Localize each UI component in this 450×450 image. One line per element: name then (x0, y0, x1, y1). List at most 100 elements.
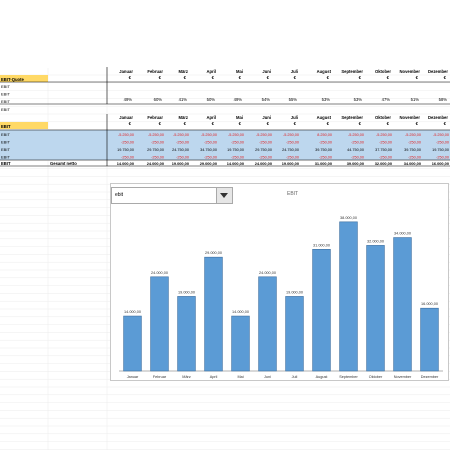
month-header: Juli (291, 115, 298, 120)
ebit-value-cell: 19.750,00 (117, 148, 134, 152)
month-header: August (317, 69, 332, 74)
ebit-value-cell: -250,00 (436, 141, 449, 145)
chart-bar (339, 221, 358, 372)
x-tick-label: Januar (127, 375, 139, 379)
quote-row-label: EBIT (1, 92, 10, 97)
quote-percent-cell: 54% (262, 97, 271, 102)
bar-data-label: 24.000,00 (259, 271, 276, 275)
month-header: September (341, 69, 363, 74)
total-value-cell: 14.000,00 (117, 161, 134, 166)
month-header: August (317, 115, 332, 120)
ebit-value-cell: -5.250,00 (348, 133, 364, 137)
bar-data-label: 14.000,00 (124, 310, 141, 314)
bar-data-label: 32.000,00 (367, 239, 384, 243)
ebit-value-cell: -5.250,00 (148, 133, 164, 137)
ebit-value-cell: -5.250,00 (405, 133, 421, 137)
chart-panel[interactable]: ebit EBIT 14.000,00 Januar 24.000,00 Februa… (110, 183, 449, 381)
ebit-value-cell: 19.750,00 (432, 148, 449, 152)
ebit-value-cell: 37.750,00 (375, 148, 392, 152)
currency-header: € (184, 75, 187, 80)
ebit-value-cell: -250,00 (351, 141, 364, 145)
month-header: März (178, 69, 188, 74)
total-value-cell: 24.000,00 (255, 161, 272, 166)
x-tick-label: Dezember (421, 375, 439, 379)
ebit-value-cell: -250,00 (408, 141, 421, 145)
total-sub-label: Gesamt netto (50, 161, 77, 166)
month-header: November (400, 115, 421, 120)
x-tick-label: April (210, 375, 218, 379)
ebit-value-cell: 24.750,00 (172, 148, 189, 152)
bar-data-label: 19.000,00 (178, 290, 195, 294)
ebit-value-cell: -250,00 (176, 141, 189, 145)
currency-header: € (129, 75, 132, 80)
currency-header: € (444, 75, 447, 80)
quote-row-label: EBIT (1, 84, 10, 89)
ebit-value-cell: -250,00 (259, 156, 272, 160)
ebit-section-label: EBIT (1, 124, 11, 129)
bar-chart: 14.000,00 Januar 24.000,00 Februar 19.000,00… (119, 216, 443, 379)
ebit-value-cell: -250,00 (121, 141, 134, 145)
ebit-value-cell: -5.250,00 (173, 133, 189, 137)
x-tick-label: Oktober (369, 375, 383, 379)
x-tick-label: August (316, 375, 329, 379)
ebit-value-cell: -250,00 (231, 141, 244, 145)
quote-percent-cell: 47% (382, 97, 391, 102)
ebit-value-cell: -5.250,00 (256, 133, 272, 137)
ebit-value-cell: -250,00 (319, 141, 332, 145)
ebit-value-cell: 8.250,00 (317, 133, 332, 137)
month-header: Januar (119, 115, 133, 120)
x-tick-label: Juli (292, 375, 298, 379)
x-tick-label: Juni (264, 375, 271, 379)
ebit-row-label: EBIT (1, 147, 10, 152)
month-header: März (178, 115, 188, 120)
month-header: Oktober (375, 115, 391, 120)
chart-bar (231, 315, 250, 372)
month-header: Juni (262, 115, 271, 120)
bar-data-label: 16.000,00 (421, 302, 438, 306)
quote-percent-cell: 50% (207, 97, 216, 102)
month-header: Oktober (375, 69, 391, 74)
chart-bar (204, 256, 223, 372)
month-header: Mai (236, 115, 243, 120)
month-header: April (206, 69, 216, 74)
quote-percent-cell: 60% (154, 97, 163, 102)
quote-percent-cell: 55% (289, 97, 298, 102)
total-value-cell: 19.000,00 (172, 161, 189, 166)
x-tick-label: März (182, 375, 191, 379)
ebit-value-cell: -250,00 (286, 141, 299, 145)
bar-data-label: 14.000,00 (232, 310, 249, 314)
currency-header: € (416, 75, 419, 80)
ebit-value-cell: -250,00 (436, 156, 449, 160)
total-value-cell: 24.000,00 (147, 161, 164, 166)
currency-header: € (294, 75, 297, 80)
currency-header: € (387, 75, 390, 80)
ebit-value-cell: -250,00 (151, 156, 164, 160)
quote-percent-cell: 41% (179, 97, 188, 102)
chart-bar (258, 276, 277, 372)
month-header: April (206, 115, 216, 120)
total-value-cell: 31.000,00 (315, 161, 332, 166)
month-header: Januar (119, 69, 133, 74)
ebit-value-cell: 39.750,00 (315, 148, 332, 152)
ebit-row-label: EBIT (1, 132, 10, 137)
currency-header: € (239, 75, 242, 80)
quote-percent-cell: 49% (124, 97, 133, 102)
chart-bar (123, 315, 142, 372)
quote-percent-cell: 53% (354, 97, 363, 102)
x-tick-label: September (339, 375, 358, 379)
bar-data-label: 19.000,00 (286, 290, 303, 294)
chart-bar (312, 249, 331, 372)
currency-header: € (267, 75, 270, 80)
ebit-value-cell: -250,00 (151, 141, 164, 145)
ebit-value-cell: 19.750,00 (227, 148, 244, 152)
ebit-value-cell: -5.250,00 (228, 133, 244, 137)
quote-percent-cell: 53% (322, 97, 331, 102)
currency-header: € (359, 75, 362, 80)
bar-data-label: 38.000,00 (340, 216, 357, 220)
quote-percent-cell: 49% (234, 97, 243, 102)
chart-bar (393, 237, 412, 372)
chart-bar (150, 276, 169, 372)
quote-percent-cell: 51% (411, 97, 420, 102)
ebit-value-cell: 29.750,00 (147, 148, 164, 152)
total-value-cell: 29.000,00 (200, 161, 217, 166)
